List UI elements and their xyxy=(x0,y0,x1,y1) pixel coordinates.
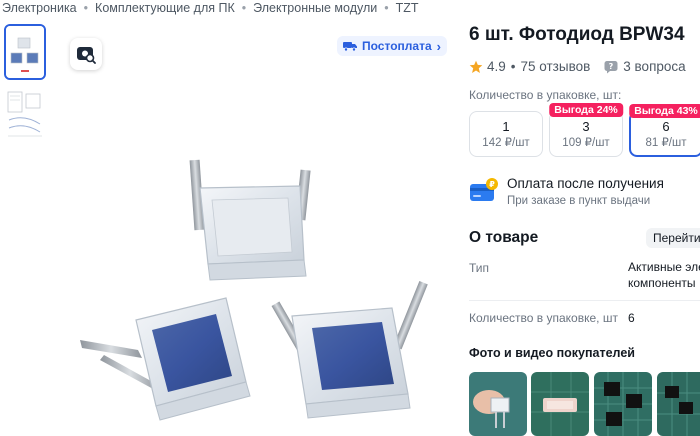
customer-photos-title: Фото и видео покупателей xyxy=(469,346,635,360)
attr-key: Количество в упаковке, шт xyxy=(469,311,618,325)
card-payment-icon: ₽ xyxy=(470,178,498,201)
attr-key: Тип xyxy=(469,261,490,275)
pack-qty: 1 xyxy=(502,119,510,134)
breadcrumb-item[interactable]: Электронные модули xyxy=(253,1,377,15)
pack-price: 142 ₽/шт xyxy=(482,137,530,149)
product-image[interactable] xyxy=(60,150,460,436)
payment-info[interactable]: ₽ Оплата после получения При заказе в пу… xyxy=(469,176,664,207)
questions-link[interactable]: 3 вопроса xyxy=(623,59,685,74)
svg-text:₽: ₽ xyxy=(489,180,495,189)
product-title: 6 шт. Фотодиод BPW34 xyxy=(469,24,685,45)
pack-qty: 6 xyxy=(662,119,670,134)
customer-photo[interactable] xyxy=(594,372,652,436)
breadcrumb-separator: • xyxy=(241,1,247,15)
postpay-badge[interactable]: Постоплата › xyxy=(337,36,447,56)
breadcrumb: Электроника • Комплектующие для ПК • Электро… xyxy=(2,1,419,15)
discount-badge: Выгода 24% xyxy=(549,103,623,117)
discount-badge: Выгода 43% xyxy=(629,104,700,118)
image-search-button[interactable] xyxy=(70,38,102,70)
pack-option-1[interactable]: 1 142 ₽/шт xyxy=(469,111,543,157)
qty-label: Количество в упаковке, шт: xyxy=(469,88,622,102)
thumbnail-strip xyxy=(4,24,48,148)
thumbnail-2[interactable] xyxy=(4,86,46,142)
breadcrumb-item[interactable]: Комплектующие для ПК xyxy=(95,1,235,15)
pack-option-3[interactable]: Выгода 24% 3 109 ₽/шт xyxy=(549,103,623,157)
svg-text:?: ? xyxy=(609,62,614,71)
attr-value: Активные эле компоненты xyxy=(628,260,700,290)
thumbnail-1[interactable] xyxy=(4,24,46,80)
photodiode-top xyxy=(189,159,311,281)
chevron-right-icon: › xyxy=(436,38,441,54)
star-icon xyxy=(469,60,483,73)
rating-value: 4.9 xyxy=(487,59,506,74)
about-title: О товаре xyxy=(469,229,539,246)
pack-qty: 3 xyxy=(582,119,590,134)
breadcrumb-separator: • xyxy=(83,1,89,15)
customer-photo[interactable] xyxy=(657,372,700,436)
attr-value: 6 xyxy=(628,311,635,325)
photodiode-left xyxy=(80,297,251,421)
breadcrumb-item[interactable]: TZT xyxy=(396,1,419,15)
customer-photo[interactable] xyxy=(531,372,589,436)
divider xyxy=(469,300,700,301)
pack-price: 81 ₽/шт xyxy=(645,137,687,149)
pack-option-6[interactable]: Выгода 43% 6 81 ₽/шт xyxy=(629,104,700,157)
reviews-link[interactable]: 75 отзывов xyxy=(521,59,591,74)
image-search-icon xyxy=(77,47,96,64)
rating-separator: • xyxy=(510,59,516,74)
question-icon: ? xyxy=(604,60,618,73)
postpay-label: Постоплата xyxy=(362,39,432,53)
payment-subtitle: При заказе в пункт выдачи xyxy=(507,195,651,207)
payment-title: Оплата после получения xyxy=(507,176,664,191)
photodiode-right xyxy=(271,281,428,419)
breadcrumb-item[interactable]: Электроника xyxy=(2,1,77,15)
breadcrumb-separator: • xyxy=(384,1,389,15)
pack-price: 109 ₽/шт xyxy=(562,137,610,149)
rating-row: 4.9 • 75 отзывов ? 3 вопроса xyxy=(469,59,686,74)
customer-photo[interactable] xyxy=(469,372,527,436)
goto-button[interactable]: Перейти xyxy=(646,228,700,248)
truck-icon xyxy=(343,41,357,52)
